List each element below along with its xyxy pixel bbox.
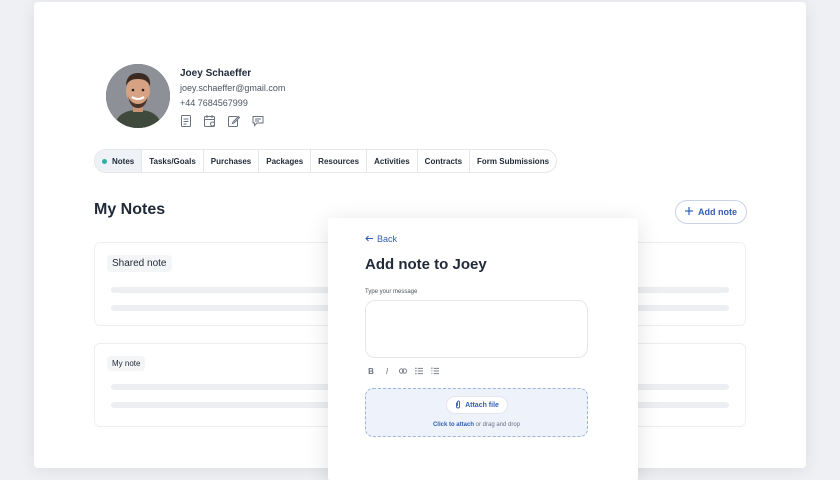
active-dot-icon — [102, 158, 107, 164]
tab-label: Form Submissions — [477, 156, 550, 166]
tab-resources[interactable]: Resources — [311, 150, 368, 172]
message-input[interactable] — [365, 300, 588, 358]
tab-notes[interactable]: Notes — [95, 150, 143, 172]
note-label: My note — [107, 356, 146, 371]
tab-purchases[interactable]: Purchases — [204, 150, 260, 172]
calendar-icon[interactable] — [203, 114, 217, 128]
paperclip-icon — [455, 400, 461, 411]
tab-label: Tasks/Goals — [149, 156, 196, 166]
tab-tasks-goals[interactable]: Tasks/Goals — [142, 150, 204, 172]
attach-file-label: Attach file — [465, 401, 499, 409]
add-note-modal: Back Add note to Joey Type your message … — [328, 218, 638, 480]
profile-name: Joey Schaeffer — [180, 68, 252, 79]
numbered-list-icon[interactable] — [431, 366, 439, 376]
back-label: Back — [377, 234, 398, 244]
profile-tabs: Notes Tasks/Goals Purchases Packages Res… — [94, 149, 558, 173]
chat-icon[interactable] — [251, 114, 265, 128]
section-title: My Notes — [94, 201, 166, 218]
tab-label: Notes — [112, 156, 135, 166]
dropzone-hint: Click to attach or drag and drop — [366, 422, 587, 428]
tab-label: Contracts — [424, 156, 463, 166]
bold-icon[interactable]: B — [367, 366, 375, 376]
profile-phone: +44 7684567999 — [180, 98, 248, 108]
dropzone-hint-text: or drag and drop — [473, 422, 521, 428]
avatar-image — [106, 64, 170, 128]
attach-file-button[interactable]: Attach file — [446, 396, 508, 414]
profile-actions — [179, 114, 265, 128]
tab-contracts[interactable]: Contracts — [418, 150, 471, 172]
italic-icon[interactable]: I — [383, 366, 391, 376]
link-icon[interactable] — [399, 366, 407, 376]
tab-label: Activities — [374, 156, 410, 166]
back-link[interactable]: Back — [365, 234, 397, 244]
click-to-attach-link[interactable]: Click to attach — [433, 422, 474, 428]
message-label: Type your message — [365, 289, 418, 295]
arrow-left-icon — [365, 234, 373, 244]
tab-label: Packages — [266, 156, 304, 166]
avatar — [106, 64, 170, 128]
tab-activities[interactable]: Activities — [367, 150, 418, 172]
add-note-label: Add note — [698, 207, 737, 217]
modal-title: Add note to Joey — [365, 256, 487, 273]
add-note-button[interactable]: Add note — [675, 200, 747, 224]
plus-icon — [685, 207, 693, 217]
tab-packages[interactable]: Packages — [259, 150, 312, 172]
edit-icon[interactable] — [227, 114, 241, 128]
tab-label: Purchases — [210, 156, 252, 166]
document-icon[interactable] — [179, 114, 193, 128]
bullet-list-icon[interactable] — [415, 366, 423, 376]
file-dropzone[interactable]: Attach file Click to attach or drag and … — [365, 388, 588, 437]
tab-label: Resources — [318, 156, 360, 166]
profile-email[interactable]: joey.schaeffer@gmail.com — [180, 83, 285, 93]
format-toolbar: B I — [367, 366, 439, 376]
tab-form-submissions[interactable]: Form Submissions — [470, 150, 556, 172]
note-label: Shared note — [107, 255, 172, 272]
